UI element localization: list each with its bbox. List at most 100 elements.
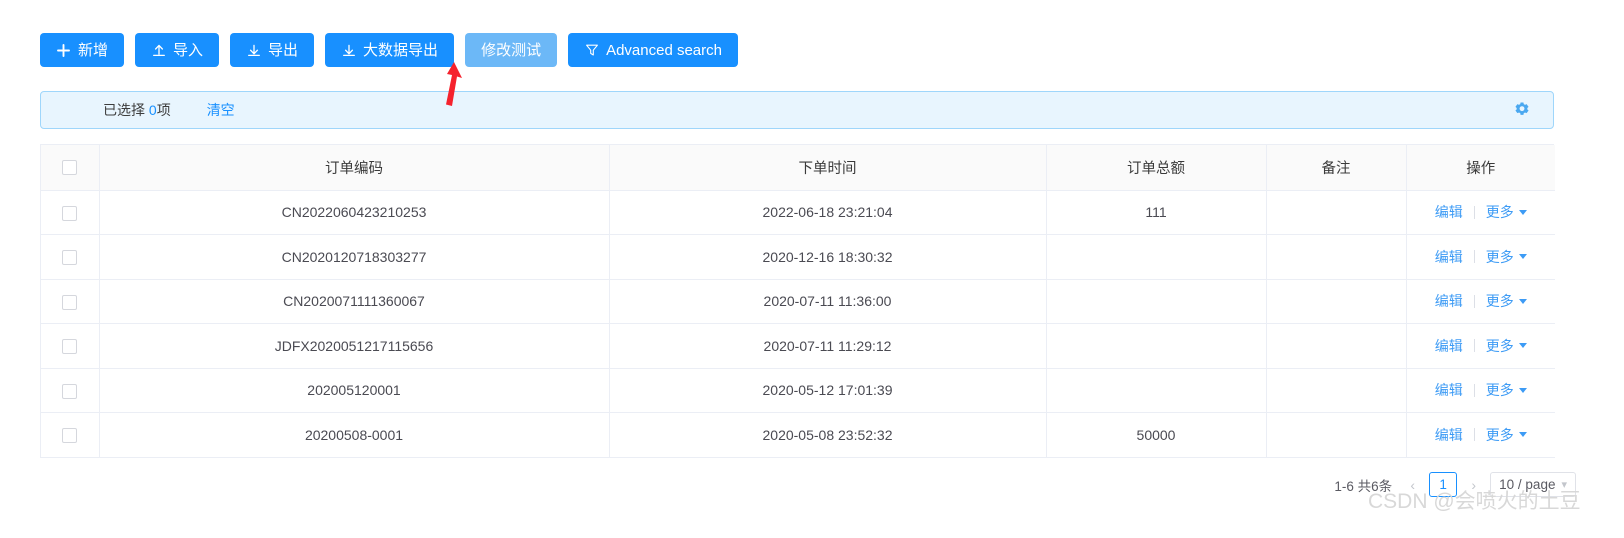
row-select-cell: [41, 234, 100, 280]
cell-amount: [1046, 368, 1267, 413]
edit-link[interactable]: 编辑: [1435, 380, 1463, 400]
column-header-remark: 备注: [1266, 145, 1407, 191]
orders-table: 订单编码 下单时间 订单总额 备注 操作 CN2022060423210253 2…: [40, 144, 1555, 458]
more-link-label: 更多: [1485, 248, 1514, 265]
chevron-down-icon: [1518, 432, 1527, 438]
table-row[interactable]: CN2020120718303277 2020-12-16 18:30:32 编辑 更…: [41, 234, 1555, 280]
edit-link[interactable]: 编辑: [1435, 202, 1463, 222]
cell-amount: [1046, 323, 1267, 369]
more-link-label: 更多: [1485, 382, 1514, 399]
selection-prefix: 已选择: [103, 102, 149, 118]
cell-order-no: CN2022060423210253: [99, 190, 610, 235]
import-button-label: 导入: [173, 41, 204, 59]
more-link[interactable]: 更多: [1486, 202, 1527, 222]
chevron-down-icon: [1518, 254, 1527, 260]
cell-remark: [1266, 234, 1407, 280]
table-row[interactable]: 20200508-0001 2020-05-08 23:52:32 50000 编辑 更…: [41, 412, 1555, 458]
advanced-search-button[interactable]: Advanced search: [568, 33, 738, 67]
column-header-order-no: 订单编码: [99, 145, 610, 191]
table-row[interactable]: JDFX2020051217115656 2020-07-11 11:29:12 编…: [41, 323, 1555, 369]
upload-icon: [151, 43, 166, 58]
modify-test-button-label: 修改测试: [481, 41, 542, 59]
import-button[interactable]: 导入: [135, 33, 220, 67]
cell-actions: 编辑 更多: [1406, 234, 1555, 280]
plus-icon: [56, 43, 71, 58]
column-header-actions: 操作: [1406, 145, 1555, 191]
export-button[interactable]: 导出: [230, 33, 315, 67]
cell-order-no: CN2020071111360067: [99, 279, 610, 324]
gear-icon[interactable]: [1513, 101, 1531, 119]
row-checkbox[interactable]: [62, 383, 78, 399]
action-divider: [1473, 250, 1475, 264]
more-link-label: 更多: [1485, 337, 1514, 354]
edit-link[interactable]: 编辑: [1435, 291, 1463, 311]
cell-remark: [1266, 323, 1407, 369]
action-divider: [1473, 428, 1475, 442]
cell-actions: 编辑 更多: [1406, 368, 1555, 413]
select-all-checkbox[interactable]: [62, 159, 78, 175]
download-icon: [246, 43, 261, 58]
selection-suffix: 项: [156, 102, 171, 118]
cell-actions: 编辑 更多: [1406, 412, 1555, 458]
row-checkbox[interactable]: [62, 428, 78, 444]
chevron-down-icon: [1518, 343, 1527, 349]
cell-order-time: 2020-05-08 23:52:32: [609, 412, 1047, 458]
export-button-label: 导出: [268, 41, 299, 59]
cell-remark: [1266, 412, 1407, 458]
more-link[interactable]: 更多: [1486, 291, 1527, 311]
column-header-amount: 订单总额: [1046, 145, 1267, 191]
table-row[interactable]: 202005120001 2020-05-12 17:01:39 编辑 更多: [41, 368, 1555, 413]
cell-amount: 50000: [1046, 412, 1267, 458]
more-link[interactable]: 更多: [1486, 380, 1527, 400]
toolbar: 新增 导入 导出 大数据导出 修改测试 Advanced search: [40, 33, 738, 67]
watermark: CSDN @会喷火的土豆: [1368, 490, 1581, 513]
action-divider: [1473, 383, 1475, 397]
cell-order-time: 2020-07-11 11:29:12: [609, 323, 1047, 369]
selection-count: 0: [148, 102, 157, 118]
table-header-row: 订单编码 下单时间 订单总额 备注 操作: [41, 145, 1555, 191]
row-select-cell: [41, 412, 100, 458]
chevron-down-icon: [1518, 298, 1527, 304]
row-checkbox[interactable]: [62, 294, 78, 310]
more-link-label: 更多: [1485, 204, 1514, 221]
cell-order-time: 2020-07-11 11:36:00: [609, 279, 1047, 324]
cell-remark: [1266, 190, 1407, 235]
row-checkbox[interactable]: [62, 205, 78, 221]
chevron-down-icon: [1518, 387, 1527, 393]
row-select-cell: [41, 190, 100, 235]
selection-bar: 已选择 0项 清空: [40, 91, 1554, 129]
more-link[interactable]: 更多: [1486, 247, 1527, 267]
row-select-cell: [41, 368, 100, 413]
table-row[interactable]: CN2022060423210253 2022-06-18 23:21:04 111…: [41, 190, 1555, 235]
edit-link[interactable]: 编辑: [1435, 425, 1463, 445]
table-body: CN2022060423210253 2022-06-18 23:21:04 111…: [41, 190, 1555, 458]
bigdata-export-button-label: 大数据导出: [363, 41, 439, 59]
action-divider: [1473, 339, 1475, 353]
modify-test-button[interactable]: 修改测试: [465, 33, 558, 67]
advanced-search-button-label: Advanced search: [606, 41, 722, 59]
table-row[interactable]: CN2020071111360067 2020-07-11 11:36:00 编辑 更…: [41, 279, 1555, 324]
row-checkbox[interactable]: [62, 250, 78, 266]
action-divider: [1473, 205, 1475, 219]
cell-order-time: 2020-12-16 18:30:32: [609, 234, 1047, 280]
cell-remark: [1266, 368, 1407, 413]
cell-order-no: CN2020120718303277: [99, 234, 610, 280]
edit-link[interactable]: 编辑: [1435, 336, 1463, 356]
cell-order-time: 2020-05-12 17:01:39: [609, 368, 1047, 413]
clear-selection-link[interactable]: 清空: [207, 100, 235, 120]
bigdata-export-button[interactable]: 大数据导出: [325, 33, 455, 67]
cell-amount: [1046, 234, 1267, 280]
more-link[interactable]: 更多: [1486, 425, 1527, 445]
order-list-page: 新增 导入 导出 大数据导出 修改测试 Advanced search 已选择 …: [0, 0, 1624, 538]
cell-amount: [1046, 279, 1267, 324]
add-button[interactable]: 新增: [40, 33, 125, 67]
more-link-label: 更多: [1485, 293, 1514, 310]
more-link-label: 更多: [1485, 426, 1514, 443]
action-divider: [1473, 294, 1475, 308]
cell-order-no: 20200508-0001: [99, 412, 610, 458]
filter-icon: [584, 43, 599, 58]
edit-link[interactable]: 编辑: [1435, 247, 1463, 267]
row-select-cell: [41, 323, 100, 369]
more-link[interactable]: 更多: [1486, 336, 1527, 356]
row-checkbox[interactable]: [62, 339, 78, 355]
